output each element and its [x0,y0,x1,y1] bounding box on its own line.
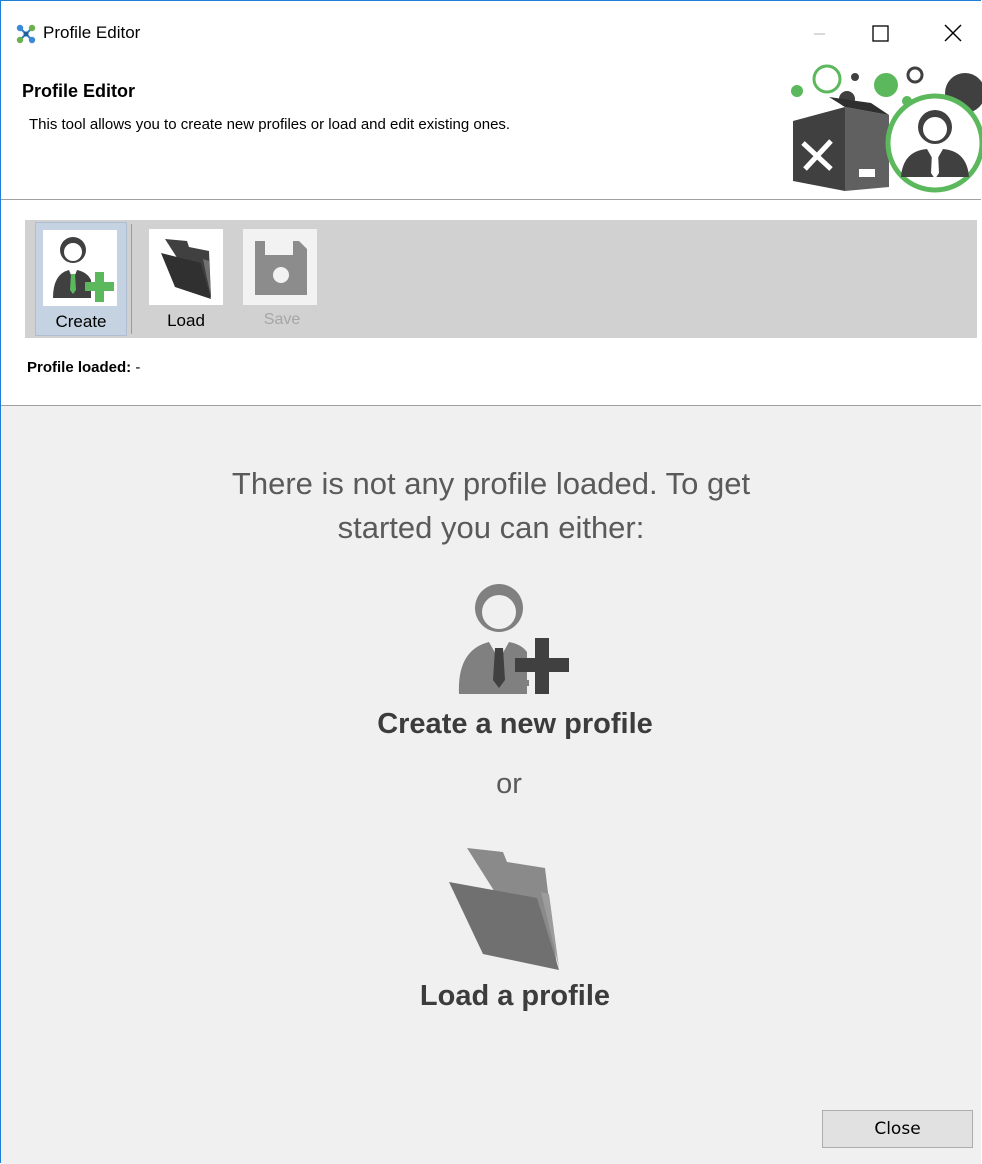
folder-icon [149,229,223,305]
title-bar: Profile Editor [1,1,981,59]
load-profile-link[interactable]: Load a profile [301,980,729,1013]
network-nodes-icon [16,24,36,44]
load-button-label: Load [167,311,205,330]
header-title: Profile Editor [22,81,136,101]
toolbar-area: Create Load Save Profile loaded: - [1,200,981,405]
minimize-icon[interactable] [796,15,842,51]
maximize-icon[interactable] [858,15,904,51]
floppy-disk-icon [243,229,317,305]
profile-editor-window: Profile Editor Profile Editor This tool … [0,0,982,1164]
header: Profile Editor This tool allows you to c… [1,59,982,200]
profile-loaded-status: Profile loaded: - [27,359,140,376]
folder-icon[interactable] [445,842,565,970]
create-button-label: Create [55,312,107,331]
save-button[interactable]: Save [237,222,327,336]
user-add-icon [43,230,117,306]
toolbar: Create Load Save [25,220,977,338]
empty-state-message: There is not any profile loaded. To get … [231,466,751,545]
close-icon[interactable] [931,15,977,51]
main-panel: There is not any profile loaded. To get … [1,406,981,1164]
header-description: This tool allows you to create new profi… [29,116,511,133]
load-button[interactable]: Load [141,222,231,336]
toolbar-separator [131,224,132,334]
close-button[interactable]: Close [822,1110,973,1148]
create-button[interactable]: Create [35,222,127,336]
user-add-icon[interactable] [449,576,577,700]
save-button-label: Save [263,311,301,328]
window-title: Profile Editor [43,23,141,42]
create-profile-link[interactable]: Create a new profile [301,708,729,741]
profile-editor-banner-icon [791,64,982,193]
or-text: or [496,768,522,800]
profile-loaded-value: - [135,359,141,376]
profile-loaded-label: Profile loaded: [27,359,132,376]
